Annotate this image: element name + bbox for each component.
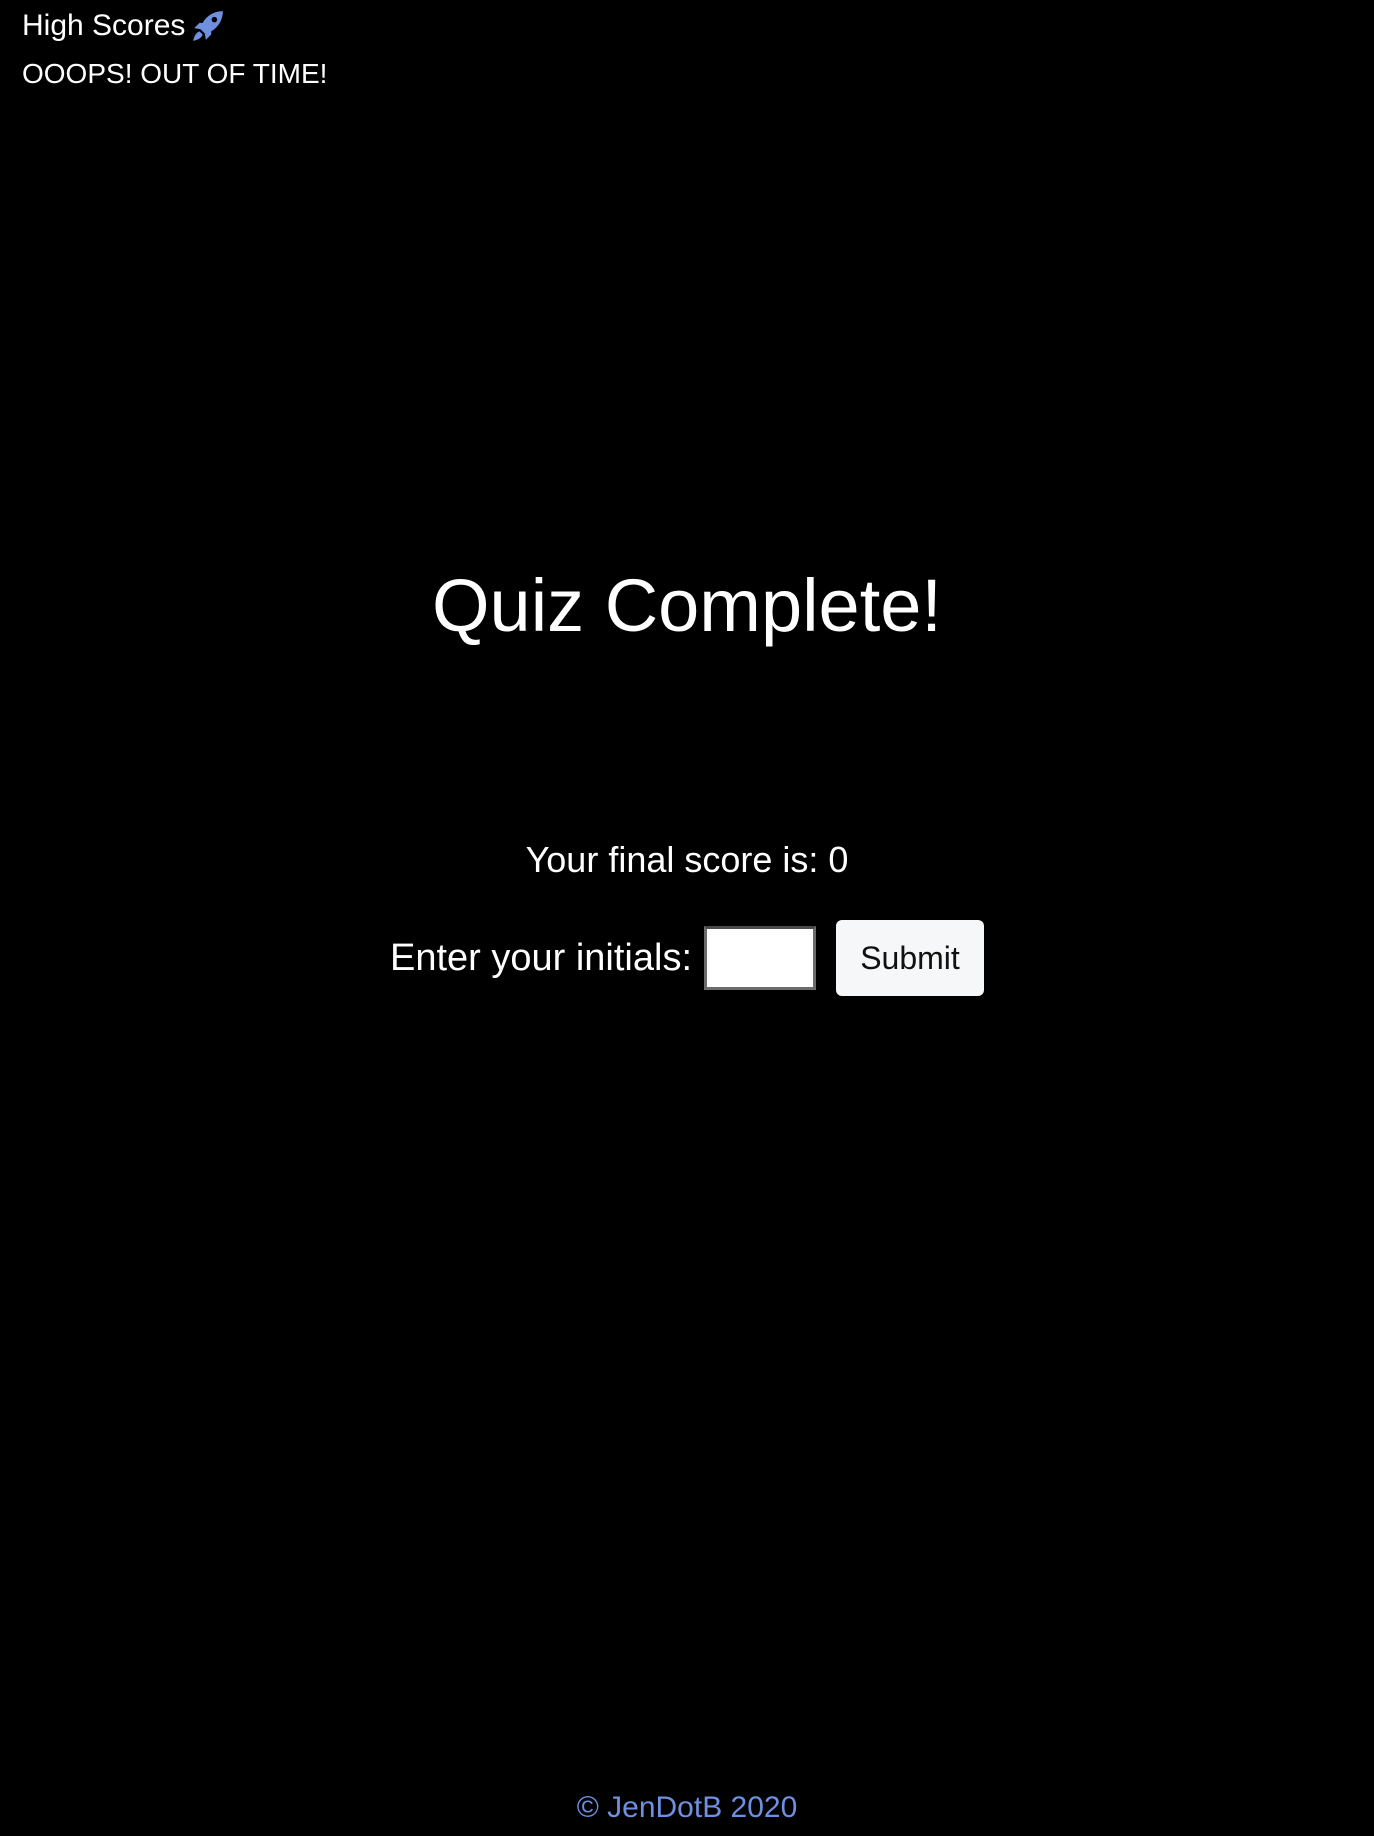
rocket-icon <box>193 11 224 41</box>
final-score: Your final score is: 0 <box>525 839 849 880</box>
submit-button[interactable]: Submit <box>836 920 984 996</box>
initials-input[interactable] <box>704 926 816 990</box>
quiz-complete-section: Quiz Complete! <box>0 560 1374 652</box>
page: High Scores OOOPS! OUT OF TIME! Quiz Com… <box>0 0 1374 1836</box>
page-title: Quiz Complete! <box>432 564 942 647</box>
high-scores-label: High Scores <box>22 9 186 42</box>
initials-label: Enter your initials: <box>389 937 692 979</box>
high-scores-link[interactable]: High Scores <box>22 6 327 46</box>
header: High Scores OOOPS! OUT OF TIME! <box>22 6 327 94</box>
initials-form: Enter your initials: Submit <box>0 920 1374 996</box>
footer-copyright: © JenDotB 2020 <box>576 1791 798 1824</box>
timer-message: OOOPS! OUT OF TIME! <box>22 58 328 89</box>
